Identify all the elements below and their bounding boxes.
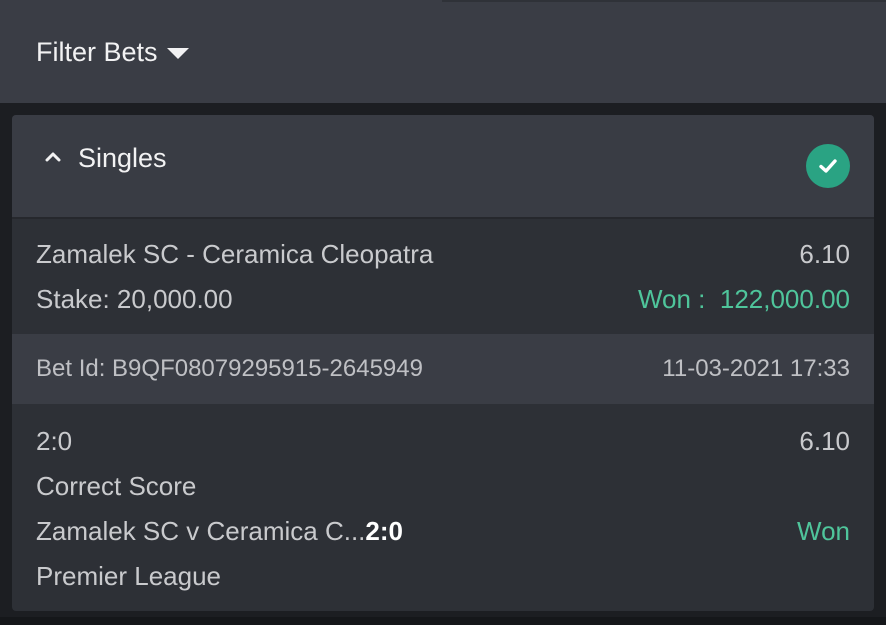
bet-id-bar: Bet Id: B9QF08079295915-2645949 11-03-20…	[12, 334, 874, 404]
stake-value: Stake: 20,000.00	[36, 283, 233, 314]
match-name: Zamalek SC - Ceramica Cleopatra	[36, 238, 434, 269]
stake-row: Stake: 20,000.00 Won : 122,000.00	[36, 279, 850, 319]
won-amount: Won : 122,000.00	[638, 284, 850, 315]
bet-datetime: 11-03-2021 17:33	[662, 355, 850, 382]
section-title: Singles	[78, 143, 167, 173]
won-value: 122,000.00	[719, 283, 850, 314]
result-status: Won	[797, 515, 850, 546]
selection-pick: 2:0	[36, 425, 73, 456]
total-odds: 6.10	[799, 238, 850, 269]
bottom-edge	[0, 617, 886, 625]
selection-row: 2:0 6.10	[36, 421, 850, 461]
top-bar: Filter Bets	[0, 0, 886, 103]
top-divider	[442, 0, 886, 2]
market-row: Correct Score	[36, 466, 850, 506]
league-row: Premier League	[36, 556, 850, 596]
check-circle-icon	[806, 144, 850, 188]
league-name: Premier League	[36, 560, 221, 591]
caret-down-icon	[166, 47, 189, 59]
singles-header[interactable]: Singles	[12, 115, 874, 219]
selection-odds: 6.10	[799, 425, 850, 456]
won-label: Won :	[637, 283, 706, 314]
filter-bets-button[interactable]: Filter Bets	[36, 34, 189, 70]
chevron-up-icon[interactable]	[42, 145, 64, 167]
final-score: 2:0	[365, 515, 403, 546]
market-name: Correct Score	[36, 470, 197, 501]
bet-id-row: Bet Id: B9QF08079295915-2645949 11-03-20…	[36, 334, 850, 404]
bet-id: Bet Id: B9QF08079295915-2645949	[36, 355, 423, 382]
event-name: Zamalek SC v Ceramica C...2:0	[36, 516, 403, 547]
event-teams: Zamalek SC v Ceramica C...	[36, 515, 366, 546]
event-row: Zamalek SC v Ceramica C...2:0 Won	[36, 511, 850, 551]
bet-card: Singles Zamalek SC - Ceramica Cleopatra …	[12, 115, 874, 611]
match-row: Zamalek SC - Ceramica Cleopatra 6.10	[36, 234, 850, 274]
filter-bets-label: Filter Bets	[36, 36, 158, 67]
